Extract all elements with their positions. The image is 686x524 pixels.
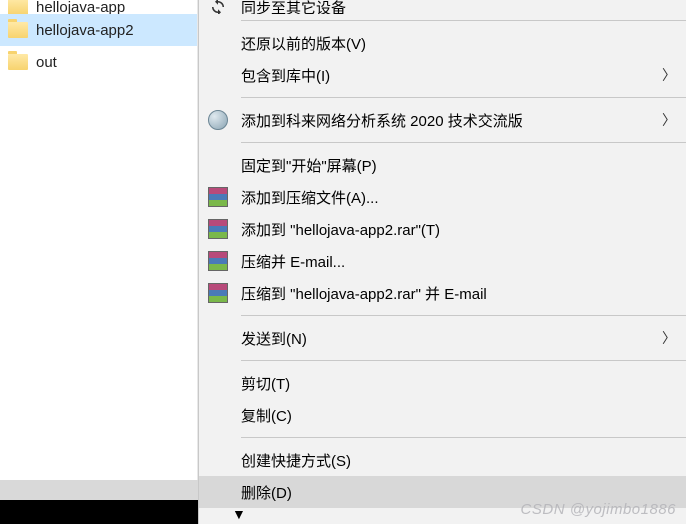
menu-label: 复制(C) — [241, 405, 292, 426]
chevron-right-icon: 〉 — [662, 328, 676, 348]
menu-label: 压缩到 "hellojava-app2.rar" 并 E-mail — [241, 283, 487, 304]
menu-include-library[interactable]: 包含到库中(I) 〉 — [199, 59, 686, 91]
menu-separator — [241, 20, 686, 21]
folder-label: out — [36, 54, 57, 71]
menu-sync[interactable]: 同步至其它设备 — [199, 0, 686, 14]
watermark: CSDN @yojimbo1886 — [521, 501, 676, 518]
menu-separator — [241, 97, 686, 98]
menu-pin-start[interactable]: 固定到"开始"屏幕(P) — [199, 149, 686, 181]
menu-label: 剪切(T) — [241, 373, 290, 394]
menu-rar-addname[interactable]: 添加到 "hellojava-app2.rar"(T) — [199, 213, 686, 245]
explorer-bottom-bar — [0, 500, 198, 524]
menu-create-shortcut[interactable]: 创建快捷方式(S) — [199, 444, 686, 476]
chevron-right-icon: 〉 — [662, 110, 676, 130]
folder-icon — [8, 22, 28, 38]
menu-rar-email[interactable]: 压缩并 E-mail... — [199, 245, 686, 277]
menu-label: 发送到(N) — [241, 328, 307, 349]
scroll-down-icon[interactable]: ▼ — [232, 506, 246, 522]
folder-icon — [8, 54, 28, 70]
folder-row-selected[interactable]: hellojava-app2 — [0, 14, 197, 46]
folder-row[interactable]: hellojava-app — [0, 0, 197, 14]
rar-icon — [207, 250, 229, 272]
menu-label: 包含到库中(I) — [241, 65, 330, 86]
menu-colasoft[interactable]: 添加到科来网络分析系统 2020 技术交流版 〉 — [199, 104, 686, 136]
menu-separator — [241, 315, 686, 316]
menu-label: 添加到科来网络分析系统 2020 技术交流版 — [241, 110, 523, 131]
explorer-scroll-area — [0, 480, 198, 500]
sync-icon — [207, 0, 229, 14]
menu-label: 添加到压缩文件(A)... — [241, 187, 379, 208]
rar-icon — [207, 282, 229, 304]
folder-label: hellojava-app2 — [36, 22, 134, 39]
folder-row[interactable]: out — [0, 46, 197, 78]
menu-separator — [241, 437, 686, 438]
menu-label: 添加到 "hellojava-app2.rar"(T) — [241, 219, 440, 240]
menu-rar-add[interactable]: 添加到压缩文件(A)... — [199, 181, 686, 213]
menu-separator — [241, 142, 686, 143]
folder-label: hellojava-app — [36, 0, 125, 14]
context-menu: 同步至其它设备 还原以前的版本(V) 包含到库中(I) 〉 添加到科来网络分析系… — [198, 0, 686, 524]
menu-label: 压缩并 E-mail... — [241, 251, 345, 272]
menu-copy[interactable]: 复制(C) — [199, 399, 686, 431]
menu-label: 删除(D) — [241, 482, 292, 503]
menu-sendto[interactable]: 发送到(N) 〉 — [199, 322, 686, 354]
explorer-pane: hellojava-app hellojava-app2 out — [0, 0, 198, 524]
menu-label: 同步至其它设备 — [241, 0, 346, 14]
rar-icon — [207, 186, 229, 208]
menu-restore[interactable]: 还原以前的版本(V) — [199, 27, 686, 59]
menu-rar-emailname[interactable]: 压缩到 "hellojava-app2.rar" 并 E-mail — [199, 277, 686, 309]
menu-label: 固定到"开始"屏幕(P) — [241, 155, 377, 176]
menu-label: 创建快捷方式(S) — [241, 450, 351, 471]
menu-separator — [241, 360, 686, 361]
rar-icon — [207, 218, 229, 240]
menu-label: 还原以前的版本(V) — [241, 33, 366, 54]
menu-cut[interactable]: 剪切(T) — [199, 367, 686, 399]
colasoft-icon — [207, 109, 229, 131]
chevron-right-icon: 〉 — [662, 65, 676, 85]
folder-icon — [8, 0, 28, 14]
